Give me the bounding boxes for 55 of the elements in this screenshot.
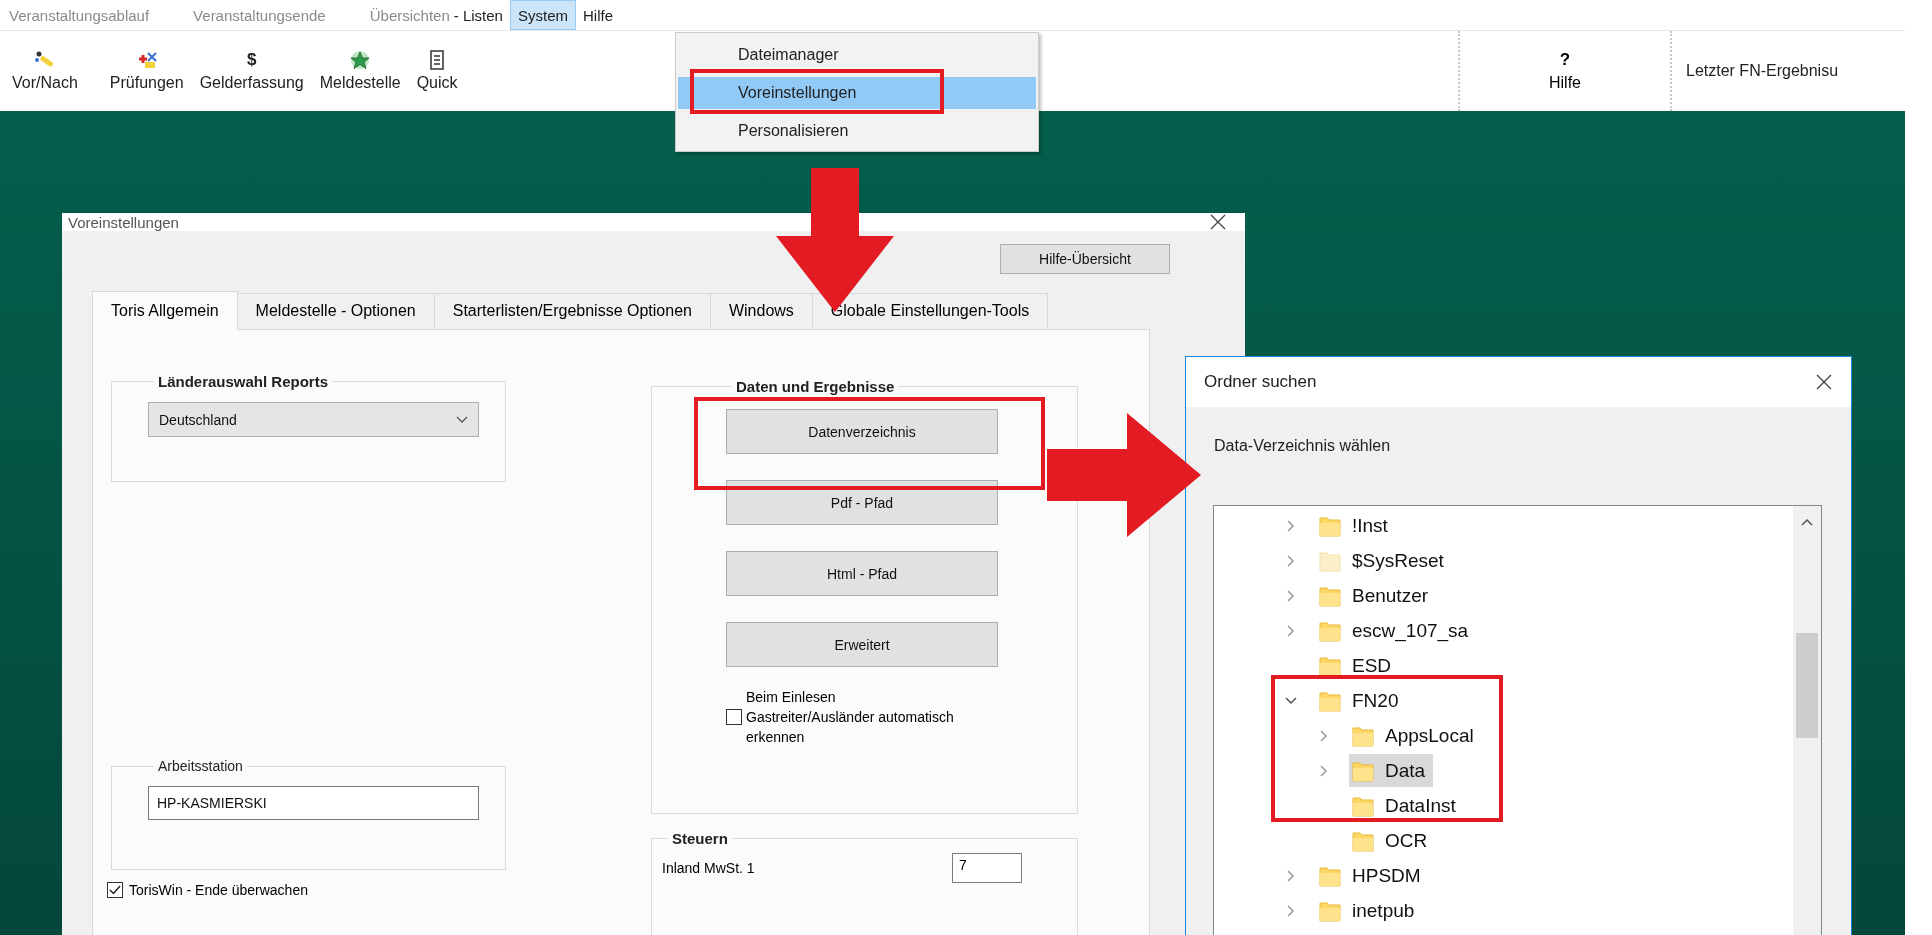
status-text: Letzter FN-Ergebnisu [1686, 62, 1839, 80]
tree-item[interactable]: DataInst [1349, 789, 1464, 822]
close-icon[interactable] [1815, 373, 1833, 391]
toolbar-button[interactable]: Prüfungen [101, 31, 192, 111]
tree-item[interactable]: OCR [1349, 824, 1436, 857]
field-label: Inland MwSt. 1 [662, 860, 755, 876]
toolbar-button[interactable]: Meldestelle [311, 31, 409, 111]
checkbox[interactable] [107, 882, 123, 898]
tab[interactable]: Toris Allgemein [92, 291, 238, 330]
window-title: Ordner suchen [1204, 372, 1317, 392]
tree-item[interactable]: Data [1349, 754, 1434, 787]
caret-icon [456, 415, 468, 424]
dollar-icon: $ [246, 50, 257, 70]
workstation-field[interactable]: HP-KASMIERSKI [148, 786, 479, 820]
tree-item[interactable]: Benutzer [1316, 579, 1437, 612]
scrollbar-thumb[interactable] [1796, 633, 1818, 738]
path-button[interactable]: Datenverzeichnis [726, 409, 998, 454]
path-button[interactable]: Html - Pfad [726, 551, 998, 596]
tree-item[interactable]: FN20 [1316, 684, 1407, 717]
tax-field[interactable]: 7 [952, 853, 1022, 883]
group-title: Daten und Ergebnisse [735, 378, 896, 395]
tree-item[interactable]: ESD [1316, 649, 1400, 682]
help-overview-button[interactable]: Hilfe-Übersicht [1000, 244, 1170, 274]
window-title: Voreinstellungen [68, 213, 179, 231]
tree-item[interactable]: !Inst [1316, 509, 1396, 542]
tree-item[interactable]: escw_107_sa [1316, 614, 1477, 647]
menu-item[interactable]: Personalisieren [678, 115, 1036, 147]
scrollbar[interactable] [1793, 506, 1821, 935]
menu-item[interactable]: - Listen [453, 0, 510, 30]
wand-icon [33, 50, 56, 70]
tree-item[interactable]: AppsLocal [1349, 719, 1482, 752]
scroll-up-icon [1801, 518, 1813, 526]
checkbox[interactable] [726, 709, 742, 725]
close-icon[interactable] [1209, 213, 1227, 231]
group-title: Länderauswahl Reports [157, 373, 330, 390]
path-button[interactable]: Pdf - Pfad [726, 480, 998, 525]
checkbox-label: TorisWin - Ende überwachen [129, 882, 308, 898]
tree-item[interactable]: $SysReset [1316, 544, 1452, 577]
menu-item[interactable]: Hilfe [576, 0, 620, 30]
toolbar-button[interactable]: Vor/Nach [0, 31, 102, 111]
tree-item[interactable]: HPSDM [1316, 859, 1429, 892]
star-icon [349, 50, 372, 70]
prompt-text: Data-Verzeichnis wählen [1214, 437, 1392, 455]
toolbar-button[interactable]: Quick [408, 31, 466, 111]
country-dropdown[interactable]: Deutschland [148, 402, 479, 437]
toolbar-button[interactable]: $ Gelderfassung [191, 31, 312, 111]
menu-item[interactable]: System [509, 0, 576, 30]
menu-item[interactable]: Dateimanager [678, 39, 1036, 71]
checkbox-label: Beim Einlesen Gastreiter/Ausländer automatisch erkennen [746, 688, 954, 747]
tree-item[interactable]: inetpub [1316, 894, 1423, 927]
path-button[interactable]: Erweitert [726, 622, 998, 667]
group-title: Steuern [671, 830, 729, 847]
group-title: Arbeitsstation [157, 758, 244, 774]
menu-item[interactable]: Voreinstellungen [678, 77, 1036, 109]
question-icon: ? [1559, 50, 1571, 70]
